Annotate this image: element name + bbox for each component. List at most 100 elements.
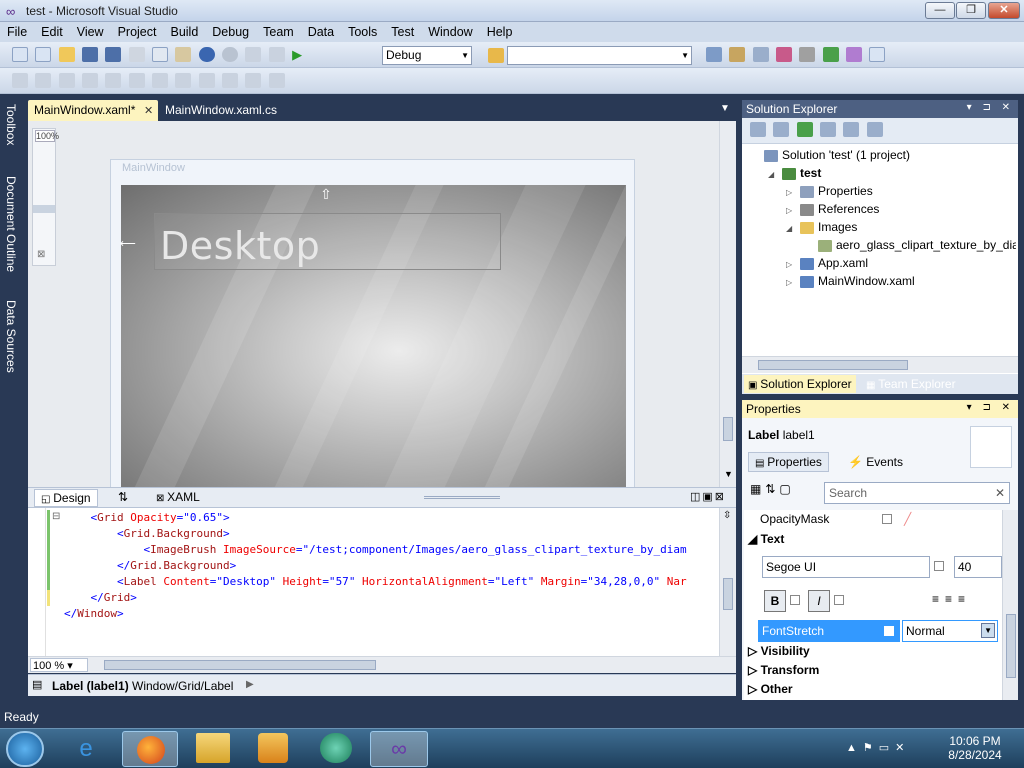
expander-icon[interactable]: ▷ xyxy=(786,274,800,292)
new-project-icon[interactable] xyxy=(12,47,28,63)
align-middles-icon[interactable] xyxy=(105,73,122,89)
maximize-button[interactable]: ❐ xyxy=(956,2,986,19)
solution-explorer-hscrollbar[interactable] xyxy=(742,356,1018,373)
scroll-down-icon[interactable]: ▼ xyxy=(724,469,733,479)
properties-icon[interactable] xyxy=(750,122,766,138)
bold-button[interactable]: B xyxy=(764,590,786,612)
italic-button[interactable]: I xyxy=(808,590,830,612)
align-centers-icon[interactable] xyxy=(35,73,52,89)
menu-help[interactable]: Help xyxy=(480,22,520,41)
advanced-options-icon[interactable] xyxy=(790,595,800,605)
splitter-grip[interactable] xyxy=(424,496,500,499)
start-debugging-icon[interactable]: ▶ xyxy=(292,47,308,62)
make-same-width-icon[interactable] xyxy=(152,73,169,89)
align-rights-icon[interactable] xyxy=(58,73,75,89)
minimize-button[interactable]: — xyxy=(925,2,955,19)
view-designer-icon[interactable] xyxy=(843,122,860,138)
tree-item[interactable]: ◢ test xyxy=(768,164,821,182)
menu-data[interactable]: Data xyxy=(301,22,341,41)
split-editor-icon[interactable]: ⇳ xyxy=(723,510,731,521)
media-player-icon[interactable] xyxy=(258,733,288,763)
code-line[interactable]: </Grid.Background> xyxy=(64,558,236,574)
toolbox-icon[interactable] xyxy=(776,47,793,63)
tab-solution-explorer[interactable]: ▣ Solution Explorer xyxy=(744,375,856,393)
close-tab-icon[interactable]: ✕ xyxy=(144,104,153,117)
expander-icon[interactable]: ◢ xyxy=(768,166,782,184)
object-browser-icon[interactable] xyxy=(752,47,769,63)
copy-icon[interactable] xyxy=(152,47,169,63)
advanced-options-icon[interactable] xyxy=(834,595,844,605)
scroll-thumb[interactable] xyxy=(723,417,733,441)
find-in-files-icon[interactable] xyxy=(488,48,504,63)
redo-icon[interactable] xyxy=(222,47,239,63)
align-bottoms-icon[interactable] xyxy=(128,73,145,89)
save-all-icon[interactable] xyxy=(105,47,122,63)
property-grid-scrollbar[interactable] xyxy=(1002,510,1018,700)
undo-icon[interactable] xyxy=(198,47,215,63)
tree-item[interactable]: aero_glass_clipart_texture_by_diamo xyxy=(804,236,1016,254)
cut-icon[interactable] xyxy=(128,47,145,63)
no-brush-icon[interactable]: ╱ xyxy=(904,512,920,526)
find-combo[interactable]: ▼ xyxy=(507,46,692,65)
text-alignment-buttons[interactable]: ≡≡≡ xyxy=(932,592,971,606)
code-lines[interactable]: <Grid Opacity="0.65"> <Grid.Background> … xyxy=(64,510,719,654)
tab-dropdown-icon[interactable]: ▼ xyxy=(720,103,730,114)
menu-build[interactable]: Build xyxy=(163,22,205,41)
navigate-forward-icon[interactable] xyxy=(268,47,285,63)
align-lefts-icon[interactable] xyxy=(12,73,28,89)
font-family-select[interactable]: Segoe UI xyxy=(762,556,930,578)
messenger-icon[interactable] xyxy=(320,733,352,763)
start-button[interactable] xyxy=(6,731,44,767)
pane-layout-icons[interactable]: ◫▣⊠ xyxy=(690,490,726,503)
tree-item[interactable]: ▷ Properties xyxy=(786,182,873,200)
center-vertically-icon[interactable] xyxy=(245,73,262,89)
make-same-height-icon[interactable] xyxy=(175,73,192,89)
tab-mainwindow-xaml-cs[interactable]: MainWindow.xaml.cs xyxy=(159,100,299,121)
fontstretch-select[interactable]: Normal ▼ xyxy=(902,620,998,642)
design-view-tab[interactable]: ◱ Design xyxy=(34,489,98,507)
advanced-options-icon[interactable] xyxy=(882,514,892,524)
menu-view[interactable]: View xyxy=(70,22,111,41)
save-icon[interactable] xyxy=(82,47,99,63)
data-sources-tab[interactable]: Data Sources xyxy=(2,296,18,386)
explorer-folder-icon[interactable] xyxy=(196,733,230,763)
menu-tools[interactable]: Tools xyxy=(341,22,384,41)
menu-test[interactable]: Test xyxy=(384,22,421,41)
system-tray-icons[interactable]: ▲⚑▭✕ xyxy=(846,741,910,754)
visibility-section-header[interactable]: ▷ Visibility xyxy=(748,644,810,658)
solution-tree[interactable]: Solution 'test' (1 project) ◢ test ▷ Propert… xyxy=(750,146,1016,354)
add-item-icon[interactable] xyxy=(35,47,52,63)
class-diagram-icon[interactable] xyxy=(866,122,883,138)
document-outline-tab[interactable]: Document Outline xyxy=(2,172,18,292)
other-section-header[interactable]: ▷ Other xyxy=(748,682,793,696)
path-breadcrumb[interactable]: Window/Grid/Label xyxy=(132,679,233,693)
refresh-icon[interactable] xyxy=(796,122,813,138)
font-size-input[interactable]: 40 xyxy=(954,556,1002,578)
tree-item[interactable]: ▷ MainWindow.xaml xyxy=(786,272,915,290)
navigate-back-icon[interactable] xyxy=(245,47,262,63)
menu-team[interactable]: Team xyxy=(256,22,301,41)
code-line[interactable]: </Window> xyxy=(64,606,124,622)
code-line[interactable]: <ImageBrush ImageSource="/test;component… xyxy=(64,542,686,558)
editor-vertical-scrollbar[interactable]: ⇳ xyxy=(719,508,736,656)
tab-team-explorer[interactable]: ▦ Team Explorer xyxy=(866,377,956,391)
code-line[interactable]: <Grid.Background> xyxy=(64,526,230,542)
bring-to-front-icon[interactable] xyxy=(268,73,285,89)
tree-item[interactable]: ▷ References xyxy=(786,200,879,218)
solution-explorer-icon[interactable] xyxy=(706,47,722,63)
xaml-view-tab[interactable]: ⊠ XAML xyxy=(156,490,200,504)
tree-item[interactable]: ◢ Images xyxy=(786,218,857,236)
chevron-down-icon[interactable]: ▼ xyxy=(981,623,995,638)
extension-manager-icon[interactable] xyxy=(822,47,839,63)
editor-zoom-select[interactable]: 100 % ▾ xyxy=(30,658,88,672)
properties-tab[interactable]: ▤ Properties xyxy=(748,452,829,472)
properties-search-input[interactable]: Search ✕ xyxy=(824,482,1010,504)
property-grid[interactable]: OpacityMask ╱ ◢ Text Segoe UI 40 B I ≡≡≡… xyxy=(744,510,1002,700)
center-horizontally-icon[interactable] xyxy=(222,73,239,89)
code-line[interactable]: </Grid> xyxy=(64,590,137,606)
align-tops-icon[interactable] xyxy=(82,73,99,89)
zoom-slider[interactable]: 100% ⊠ xyxy=(32,128,59,266)
show-all-files-icon[interactable] xyxy=(773,122,790,138)
text-section-header[interactable]: ◢ Text xyxy=(748,532,784,546)
panel-controls-icon[interactable]: ▾ ⊐ ✕ xyxy=(967,102,1014,113)
